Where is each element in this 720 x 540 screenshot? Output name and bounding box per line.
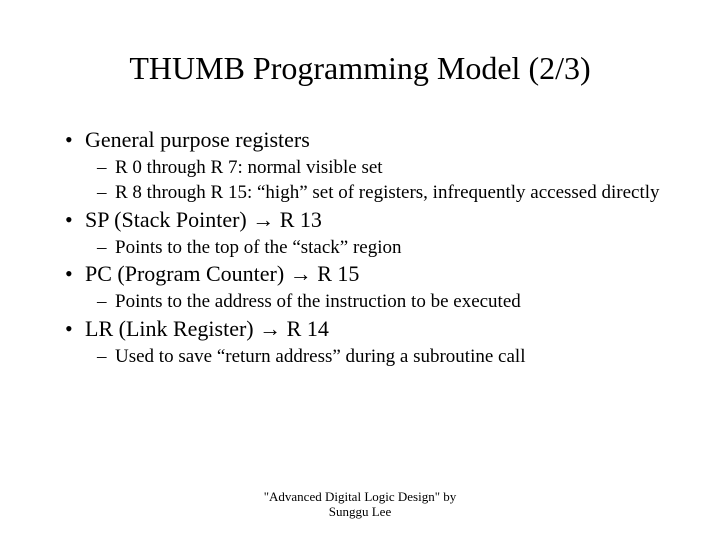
arrow-icon: → xyxy=(290,261,312,286)
arrow-icon: → xyxy=(252,207,274,232)
arrow-icon: → xyxy=(259,316,281,341)
item-text: PC (Program Counter) → R 15 xyxy=(85,261,359,286)
list-item: Points to the top of the “stack” region xyxy=(55,237,665,260)
list-item: PC (Program Counter) → R 15 xyxy=(55,261,665,287)
footer-line: "Advanced Digital Logic Design" by xyxy=(0,489,720,505)
footer-line: Sunggu Lee xyxy=(0,504,720,520)
content-body: General purpose registers R 0 through R … xyxy=(55,127,665,369)
list-item: LR (Link Register) → R 14 xyxy=(55,316,665,342)
list-item: SP (Stack Pointer) → R 13 xyxy=(55,207,665,233)
list-item: Points to the address of the instruction… xyxy=(55,291,665,314)
item-text: SP (Stack Pointer) → R 13 xyxy=(85,207,322,232)
footer: "Advanced Digital Logic Design" by Sungg… xyxy=(0,489,720,520)
list-item: General purpose registers xyxy=(55,127,665,153)
item-text: LR (Link Register) → R 14 xyxy=(85,316,329,341)
list-item: R 8 through R 15: “high” set of register… xyxy=(55,182,665,205)
slide-title: THUMB Programming Model (2/3) xyxy=(55,50,665,87)
list-item: Used to save “return address” during a s… xyxy=(55,346,665,369)
list-item: R 0 through R 7: normal visible set xyxy=(55,157,665,180)
